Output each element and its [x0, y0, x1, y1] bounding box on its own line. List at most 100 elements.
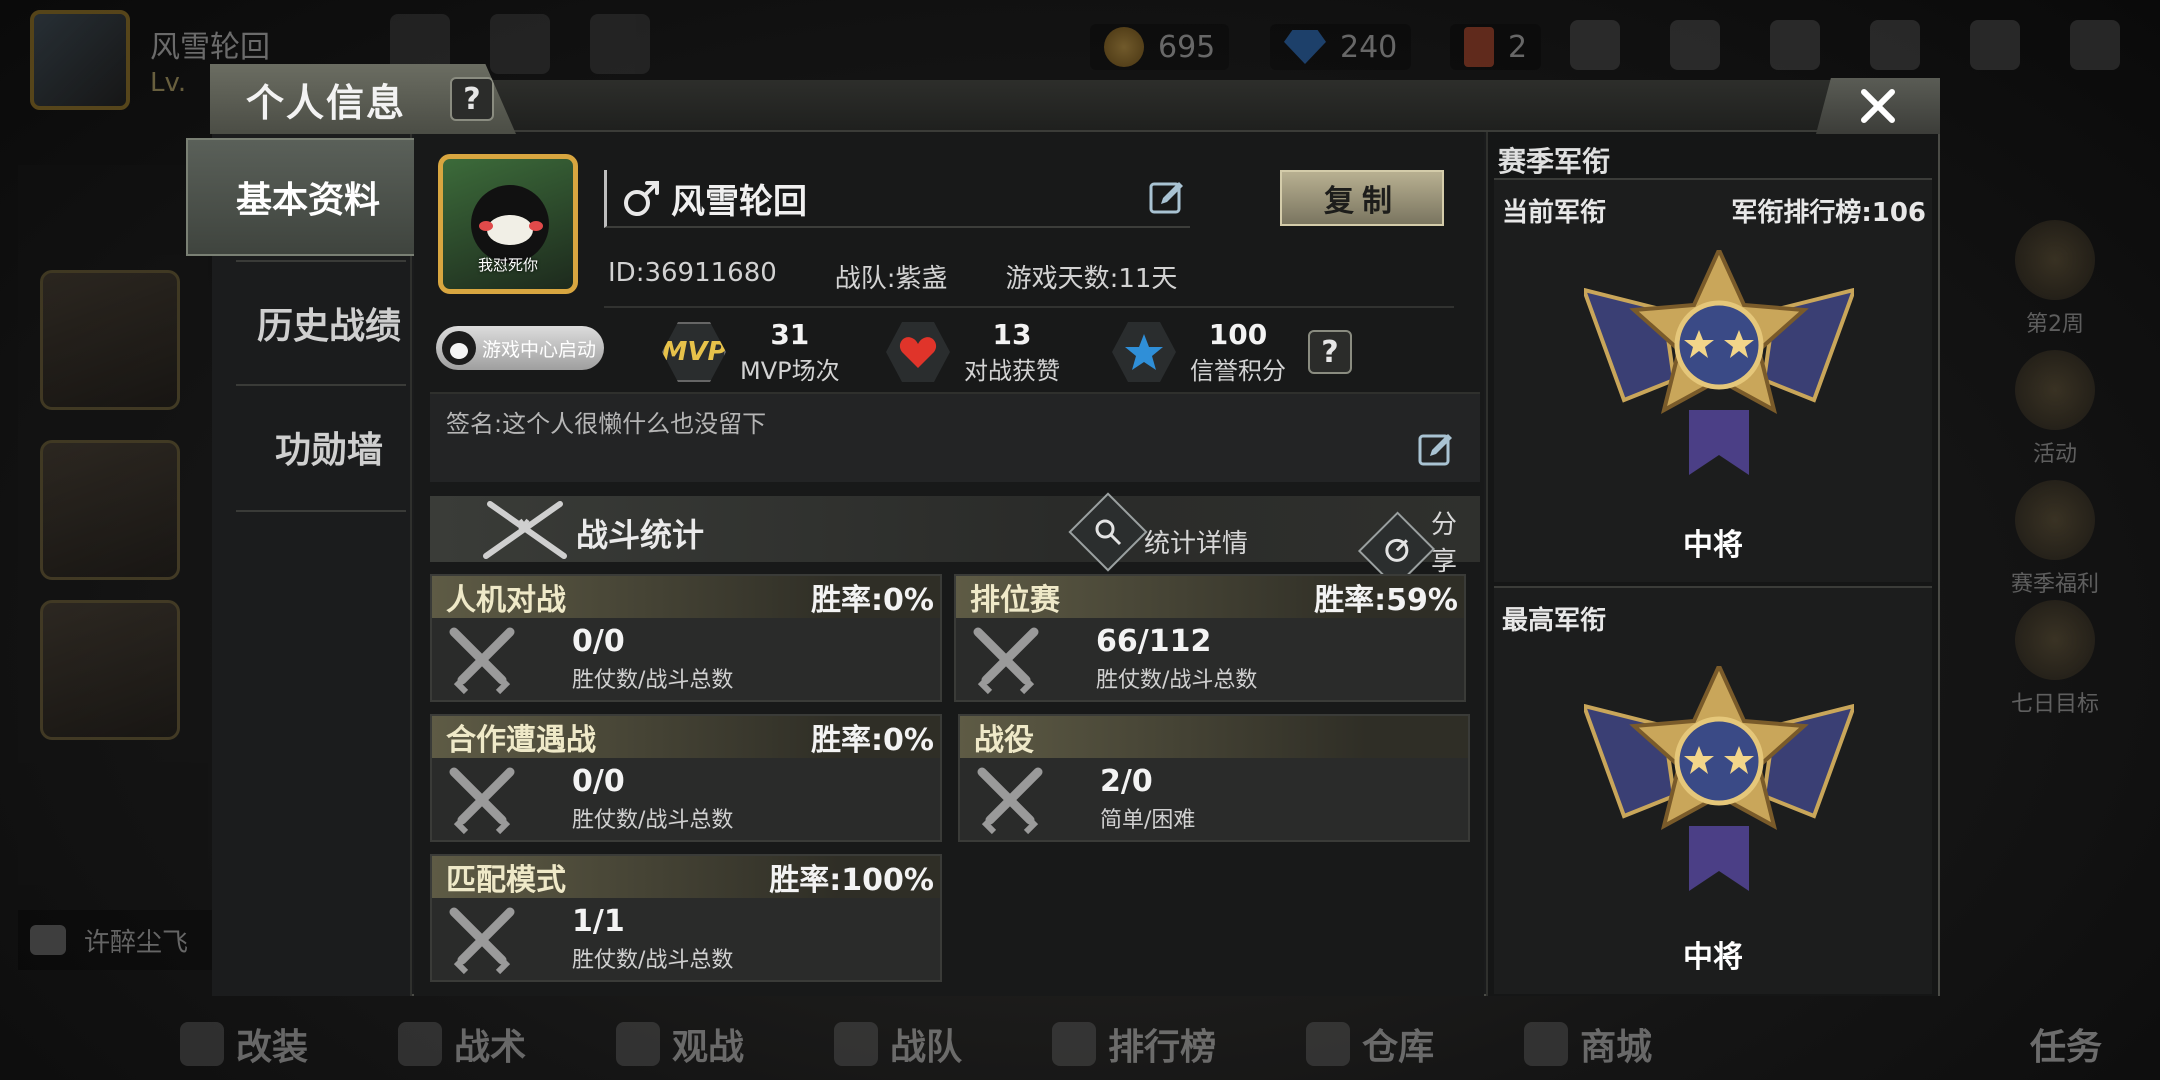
signature-box[interactable]: 签名:这个人很懒什么也没留下 [430, 392, 1480, 482]
card-match[interactable]: 匹配模式 胜率:100% 1/1 胜仗数/战斗总数 [430, 854, 942, 982]
card-rate: 胜率:100% [769, 863, 934, 898]
profile-meta: ID:36911680 战队:紫盏 游戏天数:11天 [608, 258, 1235, 295]
likes-label: 对战获赞 [964, 357, 1060, 385]
side-week[interactable]: 第2周 [2000, 220, 2110, 338]
game-center-label: 游戏中心启动 [482, 338, 597, 361]
shop-icon [1524, 1022, 1569, 1066]
magnifier-icon [1068, 492, 1148, 572]
tab-history[interactable]: 历史战绩 [236, 268, 422, 378]
player-avatar[interactable] [30, 10, 130, 110]
crossed-swords-icon [449, 767, 515, 835]
team-icon [834, 1022, 879, 1066]
stats-details-button[interactable]: 统计详情 [1068, 492, 1249, 572]
copy-button[interactable]: 复制 [1280, 170, 1444, 226]
crossed-swords-icon [449, 907, 515, 975]
nav-tactics[interactable]: 战术 [398, 1018, 526, 1070]
nav-team[interactable]: 战队 [834, 1018, 962, 1070]
friend-card[interactable] [40, 600, 180, 740]
highest-rank-badge-icon [1584, 666, 1854, 891]
card-body: 2/0 简单/困难 [960, 758, 1468, 840]
current-rank-box: 当前军衔 军衔排行榜:106 中将 [1494, 178, 1932, 582]
nav-mod[interactable]: 改装 [180, 1018, 308, 1070]
signature-text: 签名:这个人很懒什么也没留下 [446, 410, 767, 438]
nav-label: 排行榜 [1108, 1027, 1217, 1068]
add-icon[interactable] [1570, 20, 1620, 70]
stats-details-label: 统计详情 [1144, 529, 1249, 559]
tab-basic-info[interactable]: 基本资料 [186, 138, 430, 256]
nav-spectate[interactable]: 观战 [616, 1018, 744, 1070]
gold-coin-icon [1104, 27, 1144, 67]
rifles-icon [483, 501, 567, 559]
likes-count: 13 [992, 318, 1032, 351]
card-value: 66/112 [1096, 624, 1212, 659]
friends-icon[interactable] [1670, 20, 1720, 70]
credit-label: 信誉积分 [1190, 357, 1286, 385]
season-icon [2015, 480, 2095, 560]
help-icon[interactable]: ? [450, 77, 494, 121]
book-icon[interactable] [1970, 20, 2020, 70]
card-campaign[interactable]: 战役 2/0 简单/困难 [958, 714, 1470, 842]
diamond-currency[interactable]: 240 [1270, 24, 1412, 70]
card-pve[interactable]: 人机对战 胜率:0% 0/0 胜仗数/战斗总数 [430, 574, 942, 702]
rank-leaderboard[interactable]: 军衔排行榜:106 [1731, 192, 1926, 229]
avatar-cheek [479, 221, 493, 231]
season-rank-panel: 赛季军衔 当前军衔 军衔排行榜:106 中将 最高军衔 中将 [1486, 132, 1938, 996]
share-button[interactable]: 分享 [1357, 504, 1480, 589]
star-icon [616, 1022, 661, 1066]
more-icon[interactable] [590, 14, 650, 74]
card-value: 0/0 [572, 624, 625, 659]
edit-name-icon[interactable] [1147, 178, 1187, 218]
chat-name: 许醉尘飞 [84, 927, 189, 958]
side-season[interactable]: 赛季福利 [2000, 480, 2110, 598]
friend-card[interactable] [40, 440, 180, 580]
current-rank-name: 中将 [1683, 528, 1743, 563]
crossed-swords-icon [977, 767, 1043, 835]
mvp-icon: MVP [662, 322, 726, 382]
nav-divider [236, 260, 406, 262]
settings-icon[interactable] [1870, 20, 1920, 70]
card-label: 胜仗数/战斗总数 [572, 668, 734, 693]
nav-label: 仓库 [1362, 1027, 1435, 1068]
crossed-swords-icon [449, 627, 515, 695]
modal-title-tab: 个人信息 ? [210, 64, 516, 134]
card-title: 合作遭遇战 [446, 723, 596, 758]
card-title: 排位赛 [970, 583, 1060, 618]
card-header: 合作遭遇战 胜率:0% [432, 716, 940, 758]
chat-bar[interactable]: 许醉尘飞 [18, 910, 218, 970]
profile-avatar[interactable]: 我怼死你 [438, 154, 578, 294]
side-activity[interactable]: 活动 [2000, 350, 2110, 468]
tab-merit-wall[interactable]: 功勋墙 [236, 392, 422, 502]
top-right-icons [1570, 20, 2120, 70]
trophy-icon [1052, 1022, 1097, 1066]
game-center-button[interactable]: 游戏中心启动 [436, 326, 604, 370]
player-level: Lv. [150, 68, 187, 98]
share-label: 分享 [1431, 510, 1458, 577]
credit-stat-text: 100 信誉积分 [1190, 318, 1286, 386]
nav-leaderboard[interactable]: 排行榜 [1052, 1018, 1216, 1070]
card-ranked[interactable]: 排位赛 胜率:59% 66/112 胜仗数/战斗总数 [954, 574, 1466, 702]
player-name-row: 风雪轮回 [604, 170, 1190, 228]
card-rate: 胜率:0% [811, 583, 934, 618]
player-name: 风雪轮回 [150, 30, 270, 65]
friend-card[interactable] [40, 270, 180, 410]
card-label: 胜仗数/战斗总数 [1096, 668, 1258, 693]
gold-currency[interactable]: 695 [1090, 24, 1230, 70]
card-value: 0/0 [572, 764, 625, 799]
card-coop[interactable]: 合作遭遇战 胜率:0% 0/0 胜仗数/战斗总数 [430, 714, 942, 842]
task-button[interactable]: 任务 [2030, 1018, 2102, 1070]
mail-icon[interactable] [1770, 20, 1820, 70]
card-body: 0/0 胜仗数/战斗总数 [432, 758, 940, 840]
seven-day-icon [2015, 600, 2095, 680]
credit-help-icon[interactable]: ? [1308, 330, 1352, 374]
card-label: 简单/困难 [1100, 808, 1196, 833]
side-seven-day[interactable]: 七日目标 [2000, 600, 2110, 718]
card-header: 人机对战 胜率:0% [432, 576, 940, 618]
edit-signature-icon[interactable] [1416, 430, 1456, 470]
nav-label: 商城 [1580, 1027, 1653, 1068]
card-currency[interactable]: 2 [1450, 24, 1542, 70]
close-button[interactable] [1816, 78, 1940, 134]
gift-icon[interactable] [490, 14, 550, 74]
nav-shop[interactable]: 商城 [1524, 1018, 1652, 1070]
nav-warehouse[interactable]: 仓库 [1306, 1018, 1434, 1070]
activity-icon [2015, 350, 2095, 430]
